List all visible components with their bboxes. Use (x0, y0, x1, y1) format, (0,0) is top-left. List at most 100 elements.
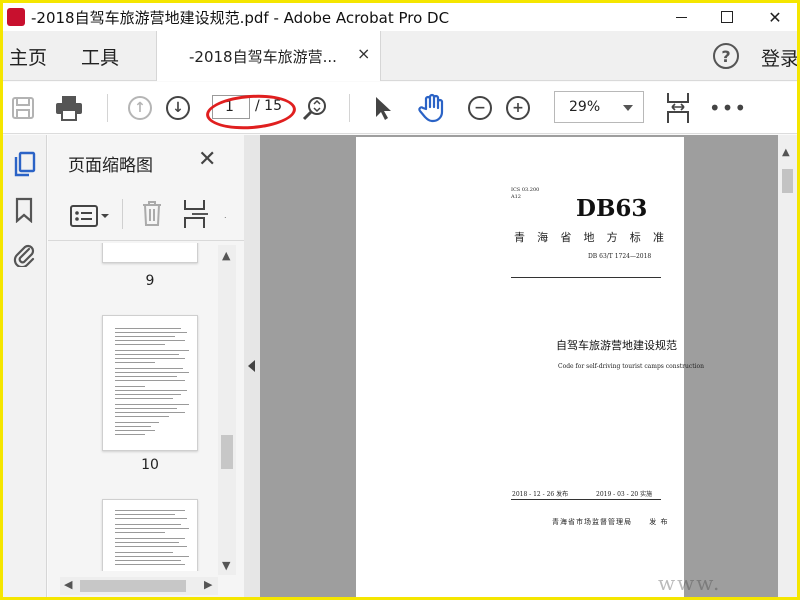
save-button[interactable] (9, 92, 37, 124)
nav-tab-bar: 主页 工具 -2018自驾车旅游营... × ? 登录 (3, 31, 797, 81)
thumbnail-toolbar-divider (122, 199, 123, 229)
issuer-name: 青海省市场监督管理局 (552, 518, 632, 526)
toolbar-divider (107, 94, 108, 122)
document-tab[interactable]: -2018自驾车旅游营... × (156, 31, 381, 81)
next-page-button[interactable]: ↓ (163, 92, 193, 124)
header-rule (511, 277, 661, 278)
print-button[interactable] (53, 92, 85, 124)
standard-type-line: 青 海 省 地 方 标 准 (514, 229, 664, 245)
pdf-page: ICS 03.200 A12 DB63 青 海 省 地 方 标 准 DB 63/… (356, 137, 704, 597)
fit-page-button[interactable] (663, 92, 693, 124)
page-thumbnails-panel: 页面缩略图 ✕ . 9 10 ▲ ▼ ◀ ▶ (48, 135, 244, 597)
document-view[interactable]: ICS 03.200 A12 DB63 青 海 省 地 方 标 准 DB 63/… (260, 135, 778, 597)
chevron-down-icon (623, 105, 633, 111)
zoom-marquee-button[interactable] (299, 92, 331, 124)
document-tab-label: -2018自驾车旅游营... (189, 48, 337, 66)
help-icon[interactable]: ? (713, 43, 739, 69)
panel-splitter[interactable] (244, 135, 260, 597)
page-thumbnail[interactable] (102, 315, 198, 451)
scroll-up-icon[interactable]: ▲ (782, 147, 790, 158)
watermark-text: www. (658, 571, 722, 595)
arrow-down-icon: ↓ (166, 96, 190, 120)
tab-close-icon[interactable]: × (357, 44, 370, 63)
zoom-level-value: 29% (569, 99, 601, 115)
effective-date: 2019 - 03 - 20 实施 (596, 491, 653, 498)
standard-number: DB 63/T 1724—2018 (588, 253, 652, 260)
standard-char: 地 (583, 231, 595, 244)
previous-page-button[interactable]: ↑ (125, 92, 155, 124)
minus-icon: − (468, 96, 492, 120)
fit-page-icon (667, 93, 689, 123)
scroll-left-icon[interactable]: ◀ (64, 578, 72, 591)
toolbar-divider (349, 94, 350, 122)
select-tool-button[interactable] (369, 92, 397, 124)
bookmark-icon (15, 197, 33, 223)
nav-tools[interactable]: 工具 (81, 43, 119, 70)
page-thumbnail[interactable] (102, 243, 198, 263)
classification-code: A12 (511, 194, 521, 200)
zoom-in-button[interactable]: + (503, 92, 533, 124)
page-thumbnail[interactable] (102, 499, 198, 571)
thumbnail-horizontal-scrollbar[interactable]: ◀ ▶ (60, 577, 218, 595)
collapse-panel-icon[interactable] (248, 360, 255, 372)
more-tools-button[interactable]: ••• (708, 92, 748, 124)
hand-tool-button[interactable] (415, 92, 449, 124)
close-window-button[interactable]: ✕ (753, 3, 797, 31)
thumbnail-options-button[interactable] (70, 203, 110, 229)
printer-icon (56, 96, 82, 121)
panel-close-icon[interactable]: ✕ (198, 147, 216, 172)
list-options-icon (70, 205, 109, 227)
thumbnail-toolbar: . (48, 189, 244, 241)
page-thumbnail-label: 9 (145, 273, 155, 289)
paperclip-icon (13, 244, 35, 267)
maximize-button[interactable] (705, 3, 749, 31)
issuing-authority: 青海省市场监督管理局 发 布 (552, 517, 668, 527)
bookmarks-rail-button[interactable] (9, 195, 39, 225)
page-split-icon (184, 200, 208, 228)
plus-icon: + (506, 96, 530, 120)
acrobat-app-icon (7, 8, 25, 26)
issued-word: 发 布 (649, 518, 669, 526)
main-toolbar: ↑ ↓ 1 / 15 − + 29% ••• (3, 82, 797, 134)
footer-rule (511, 499, 661, 500)
zoom-out-button[interactable]: − (465, 92, 495, 124)
page-thumbnail-label: 10 (141, 457, 159, 473)
page-thumbnails-rail-button[interactable] (9, 149, 39, 179)
attachments-rail-button[interactable] (9, 239, 39, 269)
standard-char: 标 (629, 231, 641, 244)
standard-char: 青 (514, 231, 525, 244)
page-number-input[interactable]: 1 (212, 95, 250, 119)
minimize-button[interactable] (659, 3, 703, 31)
thumbnail-vertical-scrollbar[interactable]: ▲ ▼ (218, 245, 236, 575)
hand-icon (418, 93, 444, 123)
document-title-en: Code for self-driving tourist camps cons… (558, 363, 704, 370)
scroll-down-icon[interactable]: ▼ (222, 559, 230, 572)
page-layout-button[interactable] (182, 199, 210, 229)
scrollbar-thumb[interactable] (221, 435, 233, 469)
window-title: -2018自驾车旅游营地建设规范.pdf - Adobe Acrobat Pro… (31, 9, 450, 27)
zoom-magnifier-icon (302, 97, 326, 121)
nav-home[interactable]: 主页 (9, 43, 47, 70)
login-link[interactable]: 登录 (761, 44, 797, 71)
standard-char: 准 (652, 231, 664, 244)
document-vertical-scrollbar[interactable]: ▲ (778, 135, 797, 597)
arrow-up-icon: ↑ (128, 96, 152, 120)
cursor-arrow-icon (376, 97, 391, 120)
panel-title: 页面缩略图 (68, 156, 153, 176)
standard-code: DB63 (576, 195, 648, 222)
title-bar: -2018自驾车旅游营地建设规范.pdf - Adobe Acrobat Pro… (3, 3, 797, 31)
thumbnail-list: 9 10 (60, 243, 218, 571)
page-total: / 15 (255, 98, 282, 114)
scrollbar-thumb[interactable] (782, 169, 793, 193)
trash-icon (143, 201, 161, 226)
delete-page-button[interactable] (140, 199, 166, 229)
scrollbar-thumb[interactable] (80, 580, 186, 592)
ics-code: ICS 03.200 (511, 187, 540, 193)
scroll-up-icon[interactable]: ▲ (222, 249, 230, 262)
document-title-cn: 自驾车旅游营地建设规范 (556, 339, 677, 352)
scroll-right-icon[interactable]: ▶ (204, 578, 212, 591)
more-dots-icon: ••• (708, 96, 748, 120)
acrobat-window: -2018自驾车旅游营地建设规范.pdf - Adobe Acrobat Pro… (0, 0, 800, 600)
zoom-level-select[interactable]: 29% (554, 91, 644, 123)
publish-date: 2018 - 12 - 26 发布 (512, 491, 569, 498)
